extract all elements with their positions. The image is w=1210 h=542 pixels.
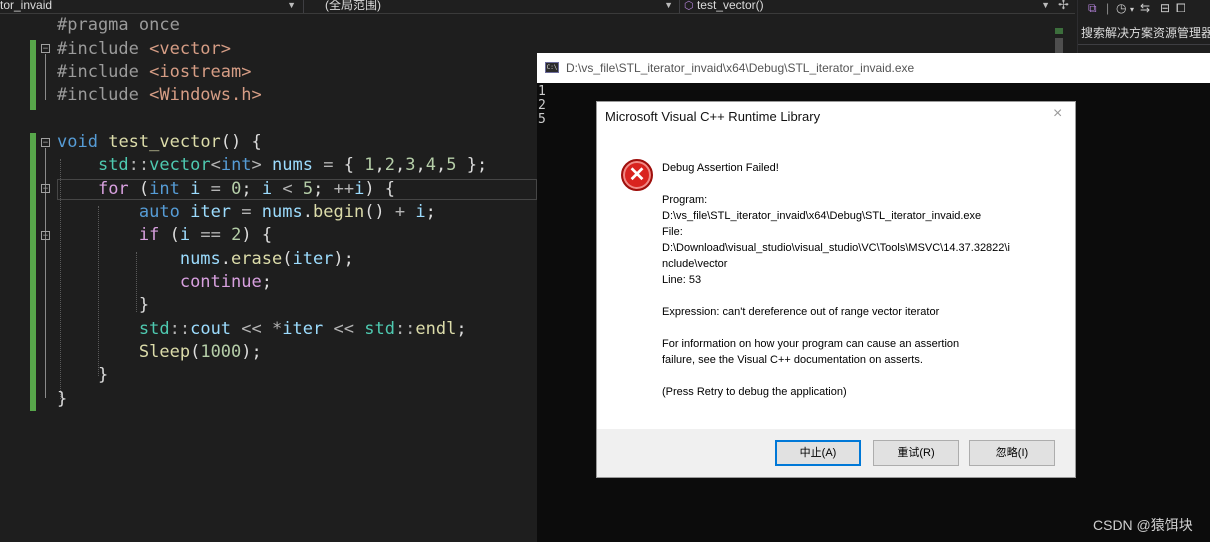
console-output: 1 2 5: [538, 85, 546, 127]
collapse-icon[interactable]: −: [41, 44, 50, 54]
program-label: Program:: [662, 194, 708, 206]
history-icon[interactable]: ◷: [1116, 1, 1126, 15]
code-line: #include <Windows.h>: [57, 85, 262, 105]
code-line: #include <iostream>: [57, 62, 252, 82]
dialog-heading: Debug Assertion Failed!: [662, 162, 779, 174]
info-text: For information on how your program can …: [662, 338, 960, 350]
scrollbar-change-marker: [1055, 28, 1063, 34]
chevron-down-icon: ▼: [287, 0, 296, 10]
fold-guide: [45, 54, 46, 100]
code-line: }: [57, 295, 150, 315]
collapse-all-icon[interactable]: ⊟: [1160, 1, 1170, 15]
project-dropdown[interactable]: tor_invaid ▼: [0, 0, 300, 13]
chevron-down-icon[interactable]: ▾: [1130, 5, 1134, 14]
retry-button[interactable]: 重试(R): [873, 440, 959, 466]
file-label: File:: [662, 226, 683, 238]
abort-button[interactable]: 中止(A): [775, 440, 861, 466]
code-line: nums.erase(iter);: [179, 249, 354, 269]
code-line: continue;: [179, 272, 272, 292]
program-path: D:\vs_file\STL_iterator_invaid\x64\Debug…: [662, 210, 982, 222]
console-title-bar[interactable]: C:\ D:\vs_file\STL_iterator_invaid\x64\D…: [537, 53, 1210, 83]
collapse-icon[interactable]: −: [41, 231, 50, 241]
solution-search-input[interactable]: 搜索解决方案资源管理器: [1081, 24, 1210, 42]
change-indicator: [30, 133, 36, 411]
code-line: for (int i = 0; i < 5; ++i) {: [97, 179, 396, 199]
change-indicator: [30, 40, 36, 110]
solution-explorer-toolbar: ⧉ | ◷ ▾ ⇆ ⊟ ⧠: [1078, 0, 1210, 20]
expression-text: Expression: can't dereference out of ran…: [662, 306, 940, 318]
code-line: }: [57, 365, 109, 385]
press-retry-text: (Press Retry to debug the application): [662, 386, 847, 398]
code-line: Sleep(1000);: [138, 342, 262, 362]
dialog-button-bar: 中止(A) 重试(R) 忽略(I): [597, 429, 1075, 477]
console-title: D:\vs_file\STL_iterator_invaid\x64\Debug…: [566, 61, 915, 75]
member-dropdown[interactable]: ⬡ test_vector() ▼: [684, 0, 1054, 13]
chevron-down-icon: ▼: [1041, 0, 1050, 10]
nav-divider: [679, 0, 680, 13]
scope-name: (全局范围): [325, 0, 381, 12]
scope-dropdown[interactable]: (全局范围) ▼: [325, 0, 677, 13]
code-line: #pragma once: [57, 15, 180, 35]
info-text-continued: failure, see the Visual C++ documentatio…: [662, 354, 923, 366]
code-line: }: [57, 389, 68, 409]
code-line: void test_vector() {: [57, 132, 262, 152]
chevron-down-icon: ▼: [664, 0, 673, 10]
code-line: #include <vector>: [57, 39, 232, 59]
show-all-files-icon[interactable]: ⧠: [1176, 1, 1186, 16]
dialog-title: Microsoft Visual C++ Runtime Library: [605, 109, 821, 124]
project-name: tor_invaid: [0, 0, 53, 12]
sync-icon[interactable]: ⇆: [1140, 1, 1150, 15]
watermark: CSDN @猿饵块: [1093, 517, 1193, 533]
panel-divider: [1078, 44, 1210, 45]
navigation-bar: tor_invaid ▼ (全局范围) ▼ ⬡ test_vector() ▼ …: [0, 0, 1075, 14]
close-icon[interactable]: ×: [1053, 105, 1062, 123]
collapse-icon[interactable]: −: [41, 138, 50, 148]
console-output-line: 2: [538, 98, 546, 113]
code-line: if (i == 2) {: [138, 225, 273, 245]
line-number: Line: 53: [662, 274, 702, 286]
error-icon: ✕: [621, 159, 653, 191]
collapse-icon[interactable]: −: [41, 184, 50, 194]
code-line: std::vector<int> nums = { 1,2,3,4,5 };: [97, 155, 488, 175]
file-path-continued: nclude\vector: [662, 258, 728, 270]
file-path: D:\Download\visual_studio\visual_studio\…: [662, 242, 1010, 254]
assertion-dialog: Microsoft Visual C++ Runtime Library × ✕…: [596, 101, 1076, 478]
ignore-button[interactable]: 忽略(I): [969, 440, 1055, 466]
console-app-icon: C:\: [545, 62, 559, 73]
toolbar-separator: |: [1106, 1, 1110, 15]
nav-divider: [303, 0, 304, 13]
member-name: test_vector(): [696, 0, 764, 12]
method-cube-icon: ⬡: [684, 0, 694, 12]
console-output-line: 5: [538, 112, 546, 127]
code-line: std::cout << *iter << std::endl;: [138, 319, 467, 339]
split-icon[interactable]: ✢: [1058, 0, 1069, 13]
console-output-line: 1: [538, 84, 546, 99]
code-line: auto iter = nums.begin() + i;: [138, 202, 436, 222]
solution-icon[interactable]: ⧉: [1088, 1, 1097, 16]
